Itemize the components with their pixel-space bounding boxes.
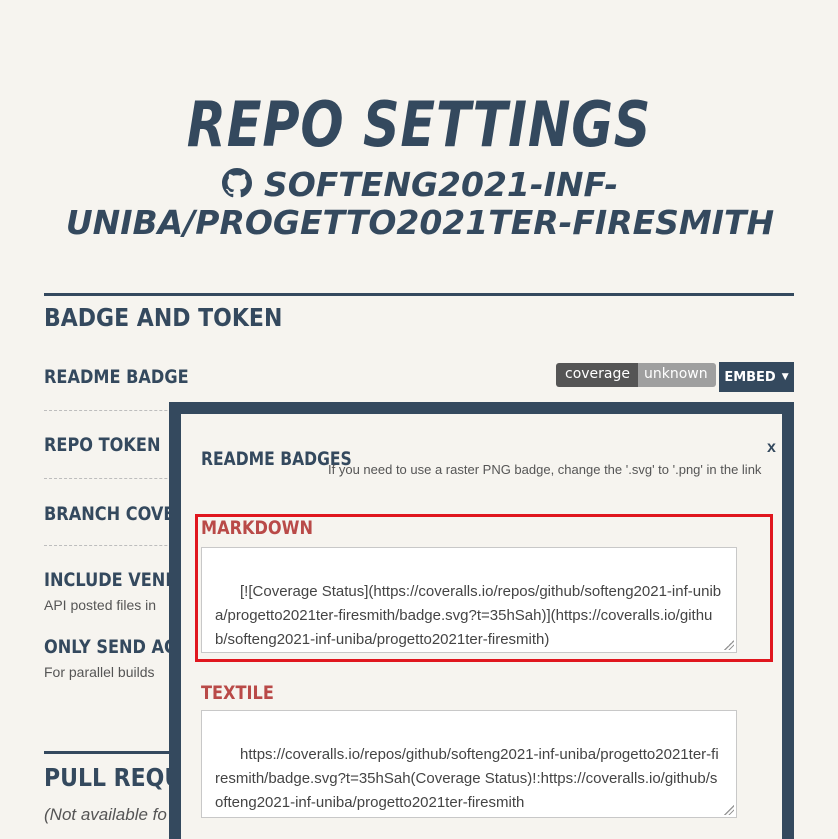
textile-label: TEXTILE	[201, 682, 274, 704]
embed-label: EMBED	[724, 369, 776, 385]
only-send-desc: For parallel builds	[44, 664, 155, 680]
coverage-badge: coverage unknown	[556, 363, 716, 387]
textile-code: https://coveralls.io/repos/github/soften…	[215, 746, 719, 811]
close-button[interactable]: x	[767, 439, 776, 457]
include-vendor-desc: API posted files in	[44, 597, 157, 613]
caret-down-icon: ▼	[781, 372, 789, 382]
textile-textarea[interactable]: https://coveralls.io/repos/github/soften…	[201, 710, 737, 818]
pull-requests-note: (Not available fo	[44, 805, 167, 824]
badge-left-text: coverage	[556, 363, 638, 387]
badge-right-text: unknown	[638, 363, 716, 387]
resize-handle-icon[interactable]	[724, 805, 734, 815]
repo-name: SOFTENG2021-INF-UNIBA/PROGETTO2021TER-FI…	[60, 166, 780, 242]
popup-hint: If you need to use a raster PNG badge, c…	[328, 462, 762, 477]
repo-name-text: SOFTENG2021-INF-UNIBA/PROGETTO2021TER-FI…	[65, 165, 775, 242]
section-divider	[44, 293, 794, 296]
readme-badge-label: README BADGE	[44, 366, 189, 388]
badge-token-heading: BADGE AND TOKEN	[44, 303, 283, 332]
markdown-highlight-box	[195, 514, 773, 662]
github-icon	[221, 168, 252, 198]
repo-token-label: REPO TOKEN	[44, 434, 161, 456]
embed-button[interactable]: EMBED ▼	[719, 362, 794, 392]
page-title: REPO SETTINGS	[186, 88, 652, 161]
